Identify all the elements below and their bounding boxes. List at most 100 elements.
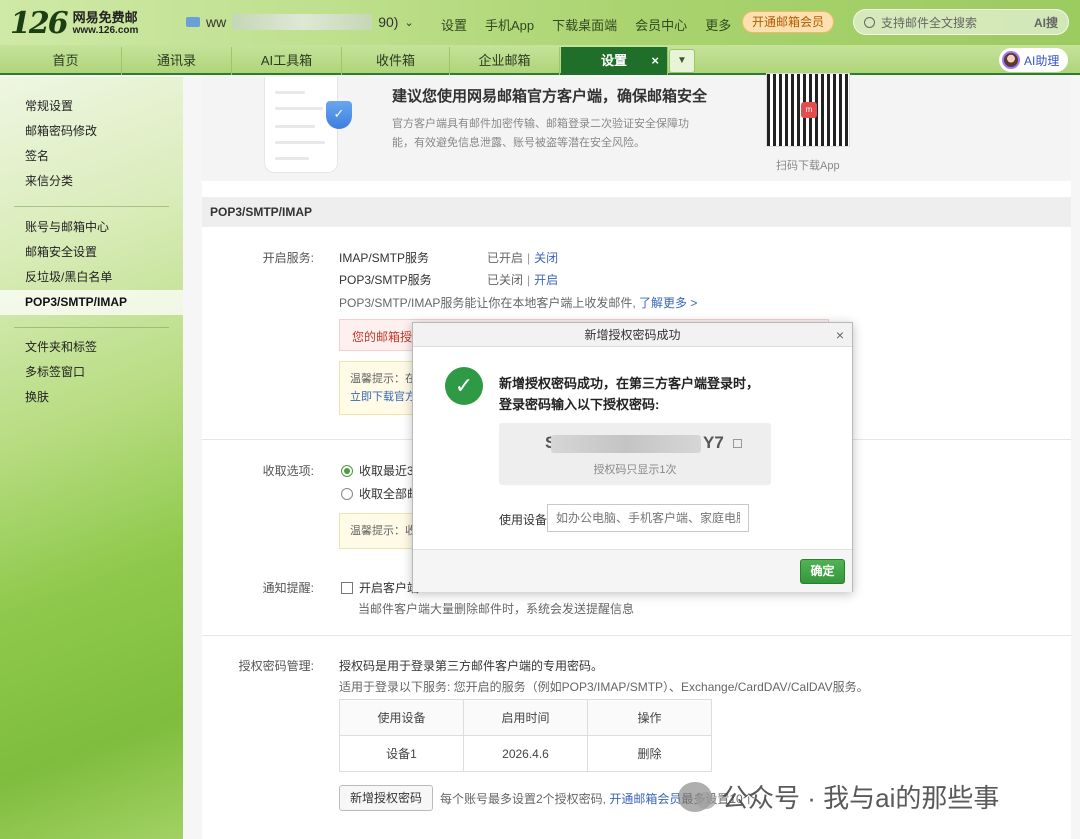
watermark: 公众号 · 我与ai的那些事 [678,778,999,815]
sidebar-item-skin[interactable]: 换肤 [0,385,183,410]
tab-settings-label: 设置 [600,53,627,68]
banner-description: 官方客户端具有邮件加密传输、邮箱登录二次验证安全保障功能，有效避免信息泄露、账号… [392,118,689,149]
table-row: 设备1 2026.4.6 删除 [339,735,712,772]
imap-service-name: IMAP/SMTP服务 [339,251,430,265]
auth-code-redacted [551,435,701,453]
auth-description: 授权码是用于登录第三方邮件客户端的专用密码。 [339,659,604,673]
tab-enterprise-mail[interactable]: 企业邮箱 [450,47,560,75]
tab-ai-toolbox[interactable]: AI工具箱 [232,47,342,75]
app-logo-icon: m [801,102,817,118]
sidebar-group-display: 文件夹和标签 多标签窗口 换肤 [0,335,183,410]
radio-unselected[interactable] [341,488,353,500]
vip-upgrade-link[interactable]: 开通邮箱会员 [609,792,681,806]
vip-button[interactable]: 开通邮箱会员 [742,11,835,33]
nav-more[interactable]: 更多 [705,15,731,34]
sidebar-item-multitab[interactable]: 多标签窗口 [0,360,183,385]
client-banner: ✓ 建议您使用网易邮箱官方客户端，确保邮箱安全 官方客户端具有邮件加密传输、邮箱… [202,73,1071,181]
copy-icon[interactable] [733,439,742,448]
imap-close-link[interactable]: 关闭 [534,251,558,265]
tab-contacts[interactable]: 通讯录 [122,47,232,75]
nav-member-center[interactable]: 会员中心 [635,15,687,34]
settings-sidebar: 常规设置 邮箱密码修改 签名 来信分类 账号与邮箱中心 邮箱安全设置 反垃圾/黑… [0,77,183,839]
tab-bar: 首页 通讯录 AI工具箱 收件箱 企业邮箱 设置 × ▼ AI助理 [0,45,1080,75]
chevron-down-icon: ⌄ [404,16,414,29]
auth-code-box: S Y7 授权码只显示1次 [499,423,771,485]
section-title: POP3/SMTP/IMAP [202,197,1071,227]
logo[interactable]: 126 网易免费邮 www.126.com [10,6,138,41]
shield-icon: ✓ [326,101,352,129]
ai-assistant-button[interactable]: AI助理 [999,48,1069,72]
imap-status: 已开启 [487,251,524,265]
cell-device: 设备1 [339,735,464,772]
nav-mobile-app[interactable]: 手机App [485,15,534,34]
close-icon[interactable]: × [651,47,659,75]
tab-more-chevron-icon[interactable]: ▼ [669,49,695,73]
check-circle-icon: ✓ [445,367,483,405]
device-input[interactable] [547,504,749,532]
sidebar-group-general: 常规设置 邮箱密码修改 签名 来信分类 [0,94,183,194]
notify-checkbox[interactable] [341,582,353,594]
add-auth-code-button[interactable]: 新增授权密码 [339,785,434,811]
auth-code-table: 使用设备 启用时间 操作 设备1 2026.4.6 删除 [339,699,712,772]
sidebar-item-pop3[interactable]: POP3/SMTP/IMAP [0,290,183,315]
tab-inbox[interactable]: 收件箱 [342,47,450,75]
notify-option[interactable]: 开启客户端 [341,579,419,596]
confirm-button[interactable]: 确定 [800,559,845,584]
sidebar-item-antispam[interactable]: 反垃圾/黑白名单 [0,265,183,290]
ai-avatar-icon [1002,51,1020,69]
auth-limit-note: 每个账号最多设置2个授权密码, [440,792,607,806]
column-header-device: 使用设备 [339,699,464,736]
auth-services: 适用于登录以下服务: 您开启的服务（例如POP3/IMAP/SMTP）、Exch… [339,680,869,694]
sidebar-item-general[interactable]: 常规设置 [0,94,183,119]
mail-account-icon [186,17,200,27]
cell-time: 2026.4.6 [463,735,588,772]
sidebar-item-password[interactable]: 邮箱密码修改 [0,119,183,144]
receive-option-recent[interactable]: 收取最近3 [341,462,414,479]
search-input[interactable]: 支持邮件全文搜索 [881,14,1028,31]
dialog-message: 新增授权密码成功，在第三方客户端登录时，登录密码输入以下授权密码: [499,376,760,412]
ai-search-button[interactable]: AI搜 [1034,14,1058,31]
learn-more-link[interactable]: 了解更多 > [639,296,697,310]
table-header-row: 使用设备 启用时间 操作 [339,699,712,736]
account-suffix: 90) [378,14,399,30]
logo-number: 126 [10,6,69,41]
imap-service-status-row: 已开启 | 关闭 [487,251,559,265]
sidebar-group-account: 账号与邮箱中心 邮箱安全设置 反垃圾/黑白名单 POP3/SMTP/IMAP [0,215,183,315]
sidebar-item-account-center[interactable]: 账号与邮箱中心 [0,215,183,240]
auth-code-note: 授权码只显示1次 [593,464,677,476]
pop3-service-name: POP3/SMTP服务 [339,273,432,287]
dialog-header: 新增授权密码成功 × [413,323,852,347]
services-description-row: POP3/SMTP/IMAP服务能让你在本地客户端上收发邮件, 了解更多 > [339,294,697,311]
account-switcher[interactable]: ww 90) ⌄ [186,14,414,30]
delete-link[interactable]: 删除 [587,735,712,772]
notify-label: 通知提醒: [262,581,314,595]
sidebar-item-signature[interactable]: 签名 [0,144,183,169]
services-description: POP3/SMTP/IMAP服务能让你在本地客户端上收发邮件, [339,296,636,310]
top-nav: 设置 手机App 下载桌面端 会员中心 更多 [441,15,731,34]
sidebar-item-security[interactable]: 邮箱安全设置 [0,240,183,265]
tab-home[interactable]: 首页 [10,47,122,75]
top-header: 126 网易免费邮 www.126.com ww 90) ⌄ 设置 手机App … [0,0,1080,45]
search-box[interactable]: 支持邮件全文搜索 AI搜 [853,9,1069,35]
receive-option-all[interactable]: 收取全部邮 [341,485,419,502]
nav-desktop[interactable]: 下载桌面端 [552,15,617,34]
sidebar-item-folders[interactable]: 文件夹和标签 [0,335,183,360]
nav-settings[interactable]: 设置 [441,15,467,34]
logo-url: www.126.com [72,24,139,36]
qr-label: 扫码下载App [776,160,840,172]
sidebar-item-filters[interactable]: 来信分类 [0,169,183,194]
wechat-icon [678,781,716,812]
pop3-open-link[interactable]: 开启 [534,273,558,287]
receive-options-label: 收取选项: [262,464,314,478]
column-header-action: 操作 [587,699,712,736]
qr-code: m [766,73,850,147]
tab-settings[interactable]: 设置 × [561,47,668,75]
close-icon[interactable]: × [836,323,844,347]
radio-selected[interactable] [341,465,353,477]
account-redacted [232,14,373,30]
divider [202,635,1071,636]
watermark-text: 公众号 · 我与ai的那些事 [722,783,1000,813]
banner-title: 建议您使用网易邮箱官方客户端，确保邮箱安全 [392,88,708,105]
services-label: 开启服务: [262,251,314,265]
dialog-footer: 确定 [413,549,852,592]
